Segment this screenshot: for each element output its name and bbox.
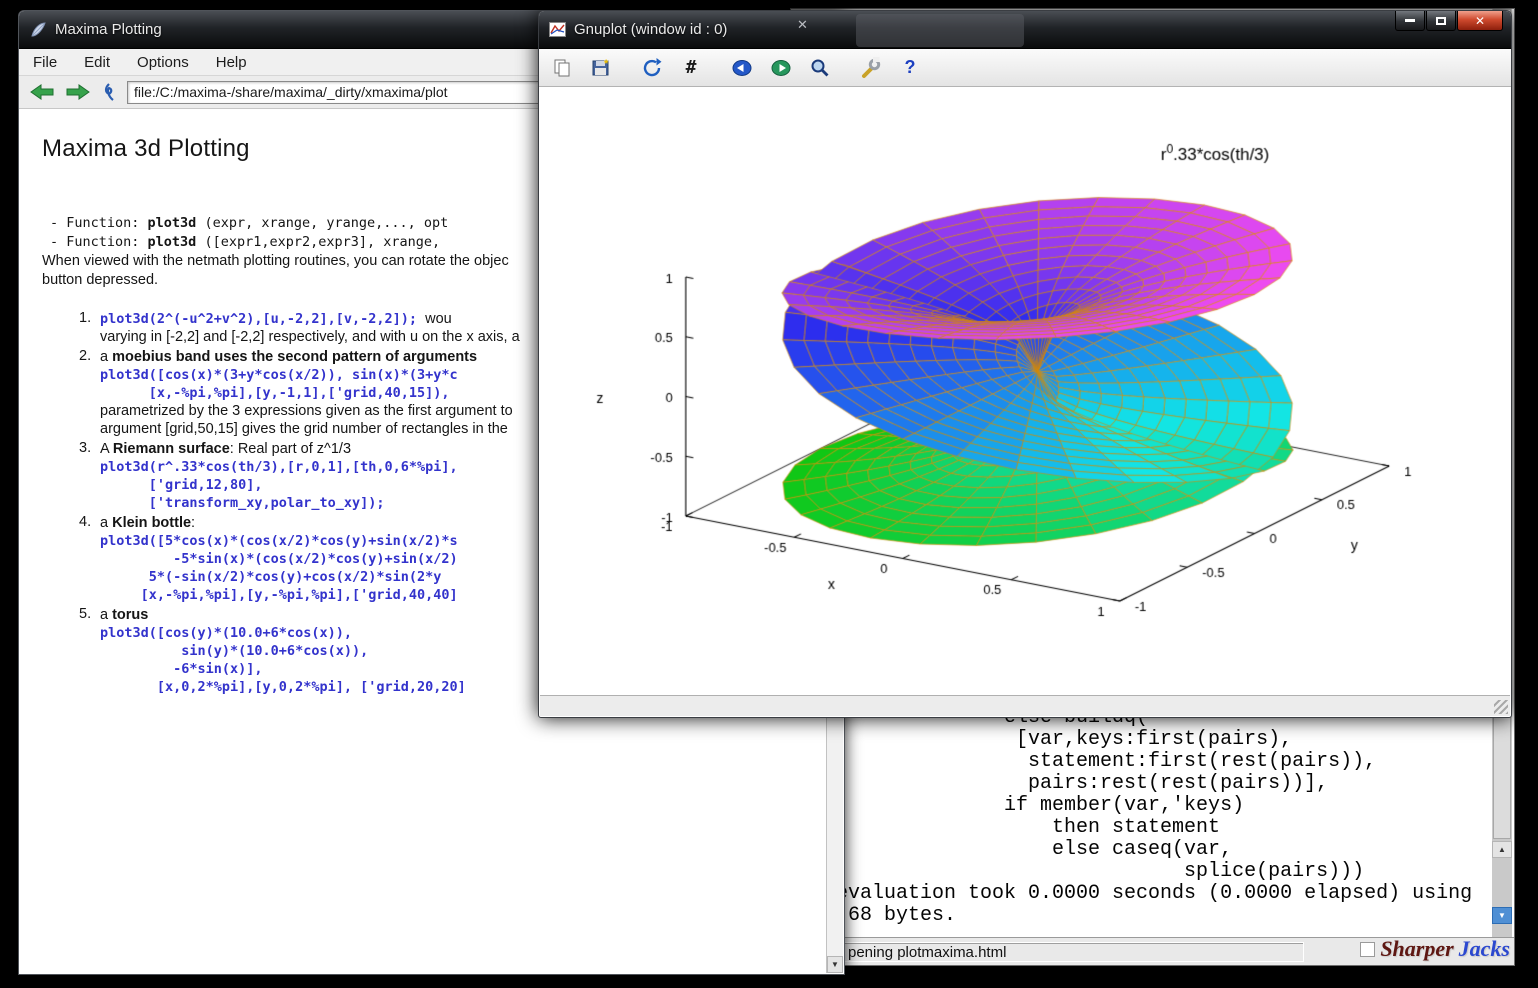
menu-edit[interactable]: Edit (84, 54, 110, 71)
gnuplot-plot-area[interactable] (540, 87, 1510, 695)
sharper-jacks-logo: Sharper Jacks (1360, 936, 1510, 962)
scroll-up-button[interactable]: ▲ (1492, 841, 1512, 858)
glass-artifact-patch (856, 14, 1024, 47)
save-icon: * (591, 58, 611, 78)
help-icon: ? (905, 57, 916, 78)
xmaxima-feather-icon (29, 21, 47, 39)
resize-grip[interactable] (1494, 700, 1508, 714)
zoom-next-button[interactable] (768, 55, 794, 81)
list-number: 5. (79, 606, 91, 622)
logo-text-jacks: Jacks (1459, 936, 1510, 962)
gnuplot-titlebar[interactable]: Gnuplot (window id : 0) ✕ ✕ (539, 11, 1511, 49)
status-text: pening plotmaxima.html (848, 944, 1006, 961)
list-number: 4. (79, 514, 91, 530)
help-button[interactable]: ? (897, 55, 923, 81)
scroll-down-button[interactable]: ▼ (827, 956, 843, 973)
gnuplot-toolbar: * # (539, 49, 1511, 87)
close-glyph: ✕ (1475, 14, 1485, 28)
gnuplot-window: Gnuplot (window id : 0) ✕ ✕ (538, 10, 1512, 718)
logo-text-sharper: Sharper (1380, 936, 1453, 962)
copy-button[interactable] (549, 55, 575, 81)
save-button[interactable]: * (588, 55, 614, 81)
zoom-previous-button[interactable] (729, 55, 755, 81)
wrench-icon (860, 57, 882, 79)
logo-mark (1360, 942, 1375, 957)
list-number: 2. (79, 348, 91, 364)
window-title: Gnuplot (window id : 0) (574, 21, 727, 38)
menu-file[interactable]: File (33, 54, 57, 71)
window-controls: ✕ (1394, 11, 1503, 31)
zoom-button[interactable] (807, 55, 833, 81)
zoom-previous-icon (731, 57, 753, 79)
menu-help[interactable]: Help (216, 54, 247, 71)
copy-icon (552, 58, 572, 78)
zoom-next-icon (770, 57, 792, 79)
list-number: 3. (79, 440, 91, 456)
grid-icon: # (686, 57, 697, 78)
gnuplot-plot-body (540, 87, 1510, 695)
status-field: pening plotmaxima.html (799, 942, 1304, 962)
back-button[interactable] (29, 83, 55, 101)
menu-options[interactable]: Options (137, 54, 189, 71)
window-title: Maxima Plotting (55, 21, 162, 38)
scroll-down-button[interactable]: ▼ (1492, 907, 1512, 924)
console-statusbar: pening plotmaxima.html Sharper Jacks (791, 937, 1514, 965)
console-output[interactable]: else buildq( [var,keys:first(pairs), sta… (836, 707, 1472, 927)
svg-text:*: * (604, 58, 609, 70)
desktop: else buildq( [var,keys:first(pairs), sta… (0, 0, 1538, 988)
replot-icon (641, 57, 663, 79)
maximize-glyph (1436, 17, 1446, 25)
replot-button[interactable] (639, 55, 665, 81)
glass-artifact-close-glyph: ✕ (797, 17, 808, 33)
grid-toggle-button[interactable]: # (678, 55, 704, 81)
minimize-glyph (1405, 19, 1415, 22)
minimize-button[interactable] (1395, 11, 1425, 31)
maximize-button[interactable] (1426, 11, 1456, 31)
throbber-icon (101, 82, 117, 102)
gnuplot-status-strip (540, 695, 1510, 716)
magnifier-icon (809, 57, 831, 79)
gnuplot-icon (549, 22, 566, 37)
close-button[interactable]: ✕ (1457, 11, 1503, 31)
list-number: 1. (79, 310, 91, 326)
forward-button[interactable] (65, 83, 91, 101)
options-button[interactable] (858, 55, 884, 81)
